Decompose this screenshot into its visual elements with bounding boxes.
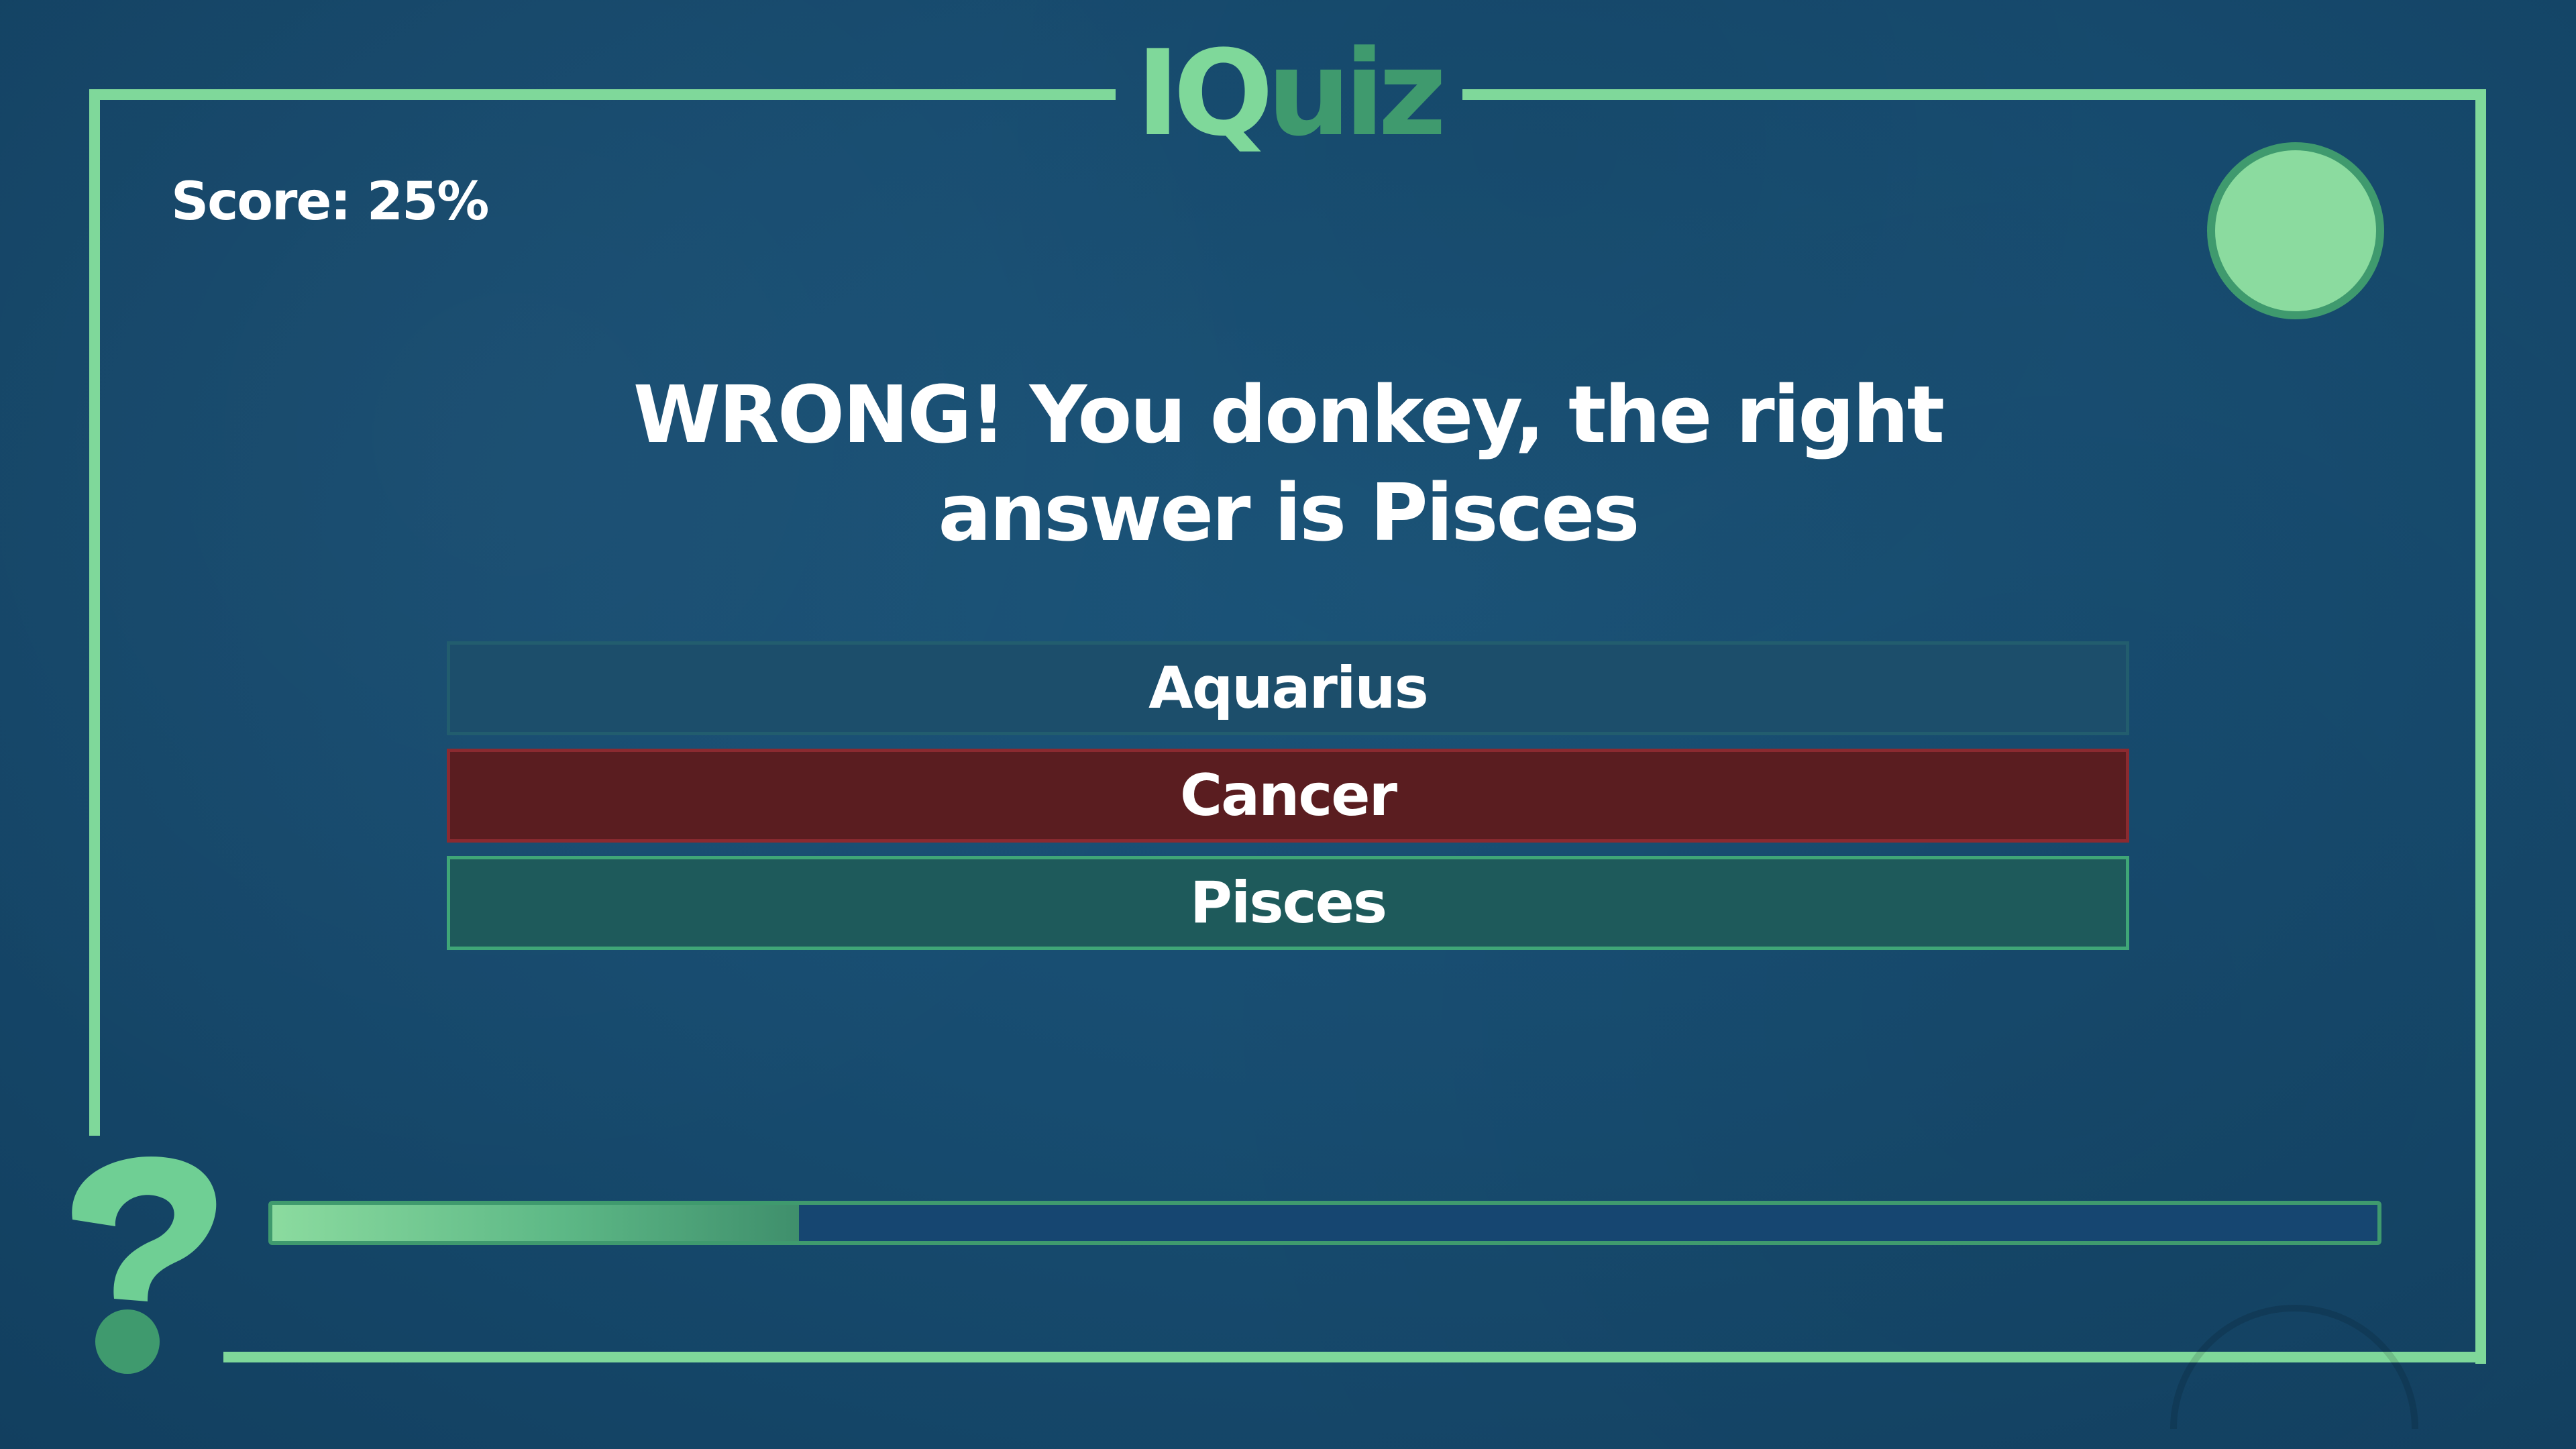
- answer-option-cancer[interactable]: Cancer: [447, 749, 2129, 843]
- question-mark-icon: [72, 1156, 217, 1374]
- progress-bar: [268, 1201, 2381, 1245]
- timer-circle-icon: [2207, 142, 2384, 319]
- progress-bar-fill: [272, 1205, 799, 1241]
- logo-part-2: uiz: [1267, 25, 1447, 162]
- answer-option-pisces[interactable]: Pisces: [447, 856, 2129, 950]
- decorative-arc: [2170, 1305, 2418, 1429]
- frame-top-left: [89, 89, 1116, 100]
- frame-bottom: [223, 1352, 2486, 1362]
- frame-top-right: [1462, 89, 2485, 100]
- logo-part-1: IQ: [1136, 25, 1273, 162]
- app-logo: IQ uiz: [1117, 27, 1459, 161]
- answer-option-aquarius[interactable]: Aquarius: [447, 641, 2129, 735]
- frame-left: [89, 89, 100, 1136]
- frame-right: [2475, 89, 2486, 1364]
- score-display: Score: 25%: [171, 172, 489, 232]
- answer-list: Aquarius Cancer Pisces: [447, 641, 2129, 963]
- result-message: WRONG! You donkey, the right answer is P…: [633, 368, 1945, 559]
